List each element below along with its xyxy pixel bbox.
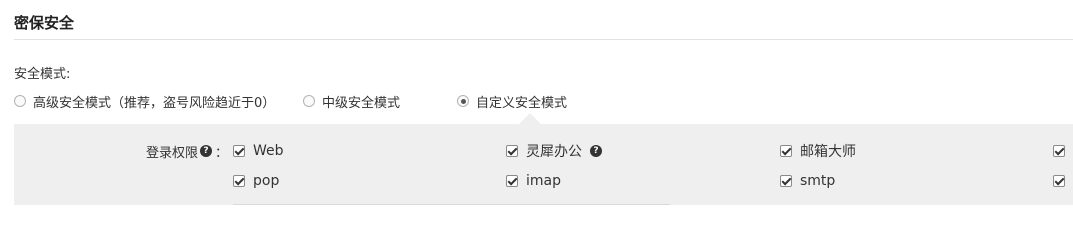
title-divider <box>14 39 1073 40</box>
login-permissions-label: 登录权限 ? ： <box>146 143 229 161</box>
panel-pointer <box>519 113 541 124</box>
custom-permissions-panel <box>14 124 1073 205</box>
radio-button[interactable] <box>14 95 26 107</box>
permission-web[interactable]: Web <box>233 143 284 159</box>
radio-button-selected[interactable] <box>457 95 469 107</box>
question-circle-icon[interactable]: ? <box>200 145 213 157</box>
checkbox-label: smtp <box>800 173 836 189</box>
question-circle-icon[interactable]: ? <box>590 145 602 157</box>
checkbox[interactable] <box>506 175 518 187</box>
permission-imap[interactable]: imap <box>506 173 561 189</box>
login-permissions-text: 登录权限 <box>146 145 199 161</box>
checkbox[interactable] <box>233 175 245 187</box>
checkbox-label: 灵犀办公 <box>526 144 582 160</box>
checkbox[interactable] <box>506 145 518 157</box>
checkbox[interactable] <box>1053 175 1065 187</box>
label-colon: ： <box>215 145 229 161</box>
checkbox-label: Web <box>253 143 284 159</box>
radio-high-security[interactable]: 高级安全模式（推荐，盗号风险趋近于0） <box>14 92 276 111</box>
checkbox-label: 邮箱大师 <box>800 144 856 160</box>
radio-label: 自定义安全模式 <box>476 95 568 111</box>
permission-pop[interactable]: pop <box>233 173 279 189</box>
radio-custom-security[interactable]: 自定义安全模式 <box>457 92 568 111</box>
page-title: 密保安全 <box>14 14 75 32</box>
permission-mail-master[interactable]: 邮箱大师 <box>780 143 856 160</box>
security-mode-label: 安全模式: <box>14 67 71 82</box>
divider-line <box>233 204 670 205</box>
security-mode-radio-group: 高级安全模式（推荐，盗号风险趋近于0） 中级安全模式 自定义安全模式 <box>14 92 714 111</box>
permission-lingxi-office[interactable]: 灵犀办公 ? <box>506 143 602 160</box>
permission-smtp[interactable]: smtp <box>780 173 835 189</box>
radio-button[interactable] <box>303 95 315 107</box>
radio-label: 高级安全模式（推荐，盗号风险趋近于0） <box>33 95 276 111</box>
permission-row2-col4[interactable] <box>1053 173 1073 189</box>
checkbox[interactable] <box>780 175 792 187</box>
checkbox[interactable] <box>780 145 792 157</box>
checkbox-label: pop <box>253 173 280 189</box>
radio-label: 中级安全模式 <box>322 95 401 111</box>
checkbox-label: imap <box>526 173 561 189</box>
permission-row1-col4[interactable] <box>1053 143 1073 159</box>
radio-medium-security[interactable]: 中级安全模式 <box>303 92 401 111</box>
checkbox[interactable] <box>1053 145 1065 157</box>
checkbox[interactable] <box>233 145 245 157</box>
